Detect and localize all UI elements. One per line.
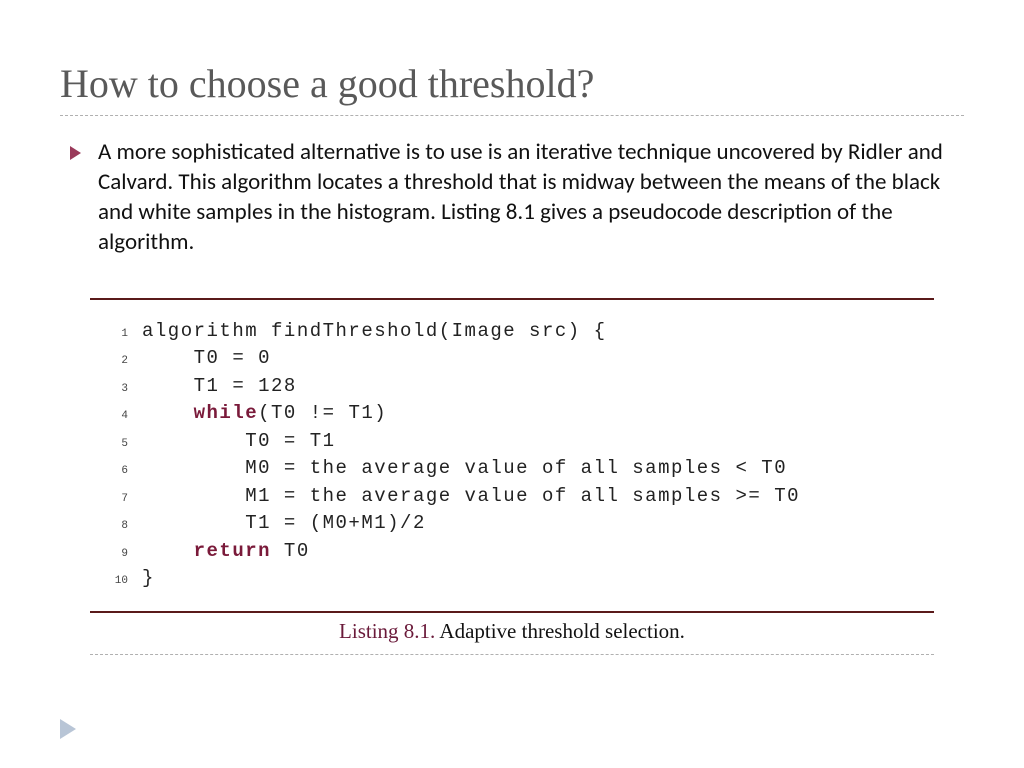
footer-divider <box>90 654 934 655</box>
body-paragraph: A more sophisticated alternative is to u… <box>98 138 964 258</box>
listing-body: 1algorithm findThreshold(Image src) { 2 … <box>90 300 934 611</box>
listing-caption: Listing 8.1. Adaptive threshold selectio… <box>90 619 934 644</box>
triangle-bullet-icon <box>70 146 82 160</box>
listing-caption-text: Adaptive threshold selection. <box>439 619 685 643</box>
code-line: 7 M1 = the average value of all samples … <box>100 483 924 511</box>
slide: How to choose a good threshold? A more s… <box>0 0 1024 675</box>
code-line: 9 return T0 <box>100 538 924 566</box>
code-line: 3 T1 = 128 <box>100 373 924 401</box>
code-listing: 1algorithm findThreshold(Image src) { 2 … <box>90 298 934 644</box>
code-line: 6 M0 = the average value of all samples … <box>100 455 924 483</box>
code-line: 4 while(T0 != T1) <box>100 400 924 428</box>
code-line: 2 T0 = 0 <box>100 345 924 373</box>
slide-title: How to choose a good threshold? <box>60 60 964 107</box>
code-line: 8 T1 = (M0+M1)/2 <box>100 510 924 538</box>
next-slide-icon[interactable] <box>60 719 78 744</box>
code-line: 10} <box>100 565 924 593</box>
title-divider <box>60 115 964 116</box>
listing-bottom-rule <box>90 611 934 613</box>
code-line: 5 T0 = T1 <box>100 428 924 456</box>
code-line: 1algorithm findThreshold(Image src) { <box>100 318 924 346</box>
bullet-item: A more sophisticated alternative is to u… <box>60 138 964 258</box>
listing-label: Listing 8.1. <box>339 619 435 643</box>
